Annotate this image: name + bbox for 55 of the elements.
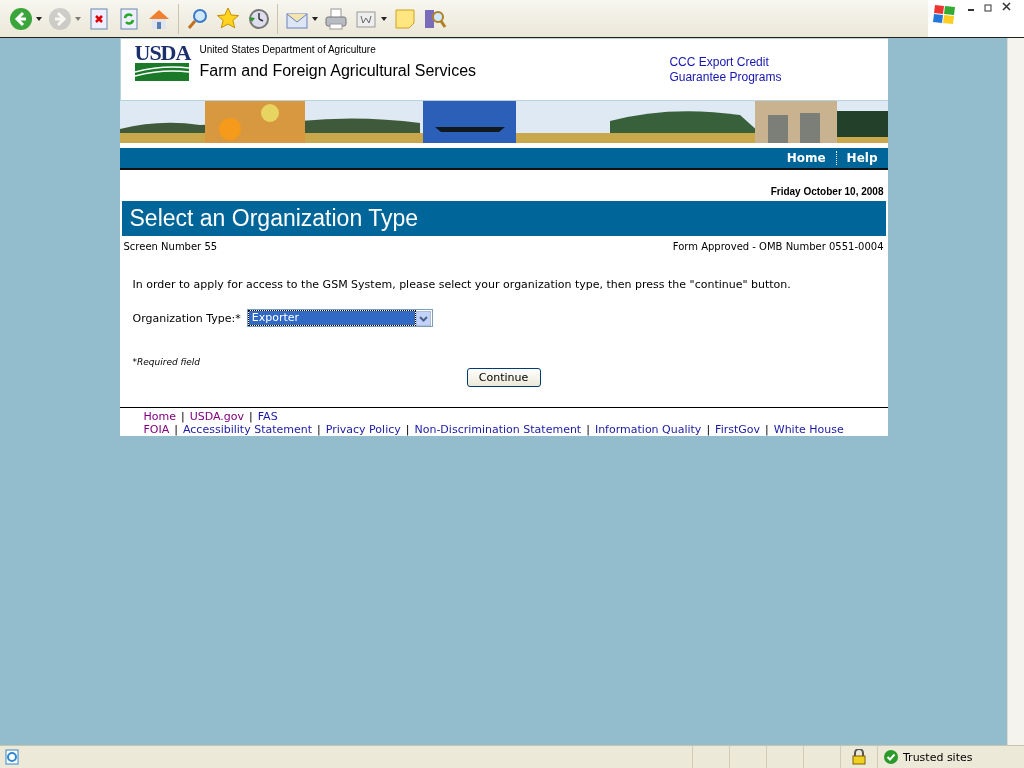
program-link[interactable]: CCC Export Credit Guarantee Programs — [669, 55, 782, 85]
link-separator: | — [405, 423, 410, 436]
link-separator: | — [765, 423, 769, 436]
footer-link[interactable]: USDA.gov — [189, 410, 245, 423]
site-title: Farm and Foreign Agricultural Services — [199, 62, 478, 80]
link-separator: | — [181, 410, 185, 423]
footer-link[interactable]: Accessibility Statement — [183, 423, 313, 436]
printer-icon — [324, 6, 348, 31]
zone-text: Trusted sites — [903, 750, 973, 764]
link-separator: | — [249, 410, 253, 423]
link-separator: | — [586, 423, 590, 436]
nav-link[interactable]: Home — [776, 151, 836, 165]
forward-icon — [48, 6, 72, 31]
caret-icon — [75, 16, 81, 21]
screen-number: Screen Number 55 — [123, 241, 218, 252]
nav-link[interactable]: Help — [835, 151, 888, 165]
usda-logo: USDA — [134, 43, 190, 63]
field-logo-icon — [134, 63, 189, 81]
instructions-text: In order to apply for access to the GSM System, please select your organization type, then press the "continue" button. — [132, 278, 792, 291]
note-icon — [393, 6, 417, 31]
caret-icon — [312, 16, 318, 21]
link-separator: | — [174, 423, 178, 436]
footer-link[interactable]: FAS — [257, 410, 278, 423]
footer-link[interactable]: Information Quality — [594, 423, 702, 436]
link-separator: | — [706, 423, 711, 436]
flag-icon — [932, 2, 958, 26]
footer-link[interactable]: FirstGov — [715, 423, 761, 436]
page-title: Select an Organization Type — [129, 205, 419, 232]
star-icon — [216, 6, 240, 31]
required-note: *Required field — [132, 357, 202, 367]
footer-link[interactable]: White House — [773, 423, 844, 436]
caret-icon — [36, 16, 42, 21]
footer-link[interactable]: Privacy Policy — [325, 423, 401, 436]
omb-number: Form Approved - OMB Number 0551-0004 — [672, 241, 884, 252]
date-text: Friday October 10, 2008 — [770, 186, 884, 197]
scrollbar[interactable] — [1007, 38, 1024, 745]
back-icon — [9, 6, 33, 31]
organization-type-select[interactable]: Exporter — [246, 309, 433, 327]
page-icon — [4, 749, 20, 765]
footer-link[interactable]: FOIA — [143, 423, 170, 436]
search-icon — [186, 6, 210, 31]
history-icon — [246, 6, 270, 31]
continue-button[interactable]: Continue — [466, 368, 541, 387]
dropdown-arrow-icon — [415, 310, 431, 326]
footer-link[interactable]: Non-Discrimination Statement — [414, 423, 582, 436]
link-separator: | — [317, 423, 321, 436]
window-controls-icon — [966, 2, 1012, 12]
lock-icon — [852, 749, 866, 765]
agency-name: United States Department of Agriculture — [199, 44, 377, 55]
field-label: Organization Type:* — [132, 311, 241, 325]
footer-link[interactable]: Home — [143, 410, 176, 423]
refresh-icon — [117, 6, 141, 31]
stop-icon — [87, 6, 111, 31]
caret-icon — [381, 16, 387, 21]
check-icon — [884, 750, 898, 764]
